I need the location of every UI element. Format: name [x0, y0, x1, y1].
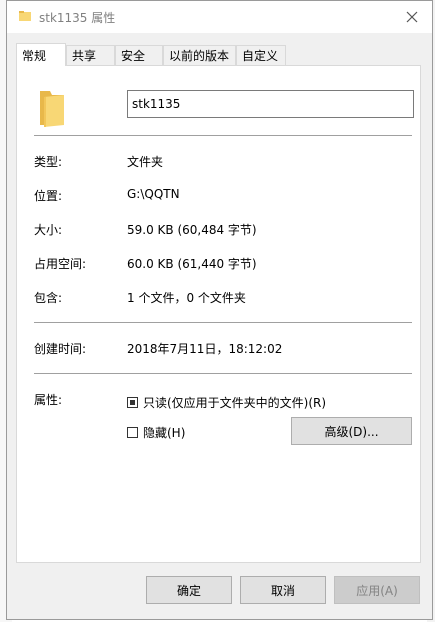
separator: [34, 322, 412, 323]
tab-general[interactable]: 常规: [16, 43, 66, 66]
size-value: 59.0 KB (60,484 字节): [127, 223, 257, 237]
cancel-button[interactable]: 取消: [240, 576, 326, 604]
advanced-button[interactable]: 高级(D)...: [291, 417, 412, 445]
tab-customize[interactable]: 自定义: [236, 45, 286, 65]
folder-name-input[interactable]: [127, 90, 414, 118]
close-button[interactable]: [400, 5, 424, 29]
type-value: 文件夹: [127, 155, 164, 169]
apply-button[interactable]: 应用(A): [334, 576, 420, 604]
readonly-checkbox[interactable]: [127, 397, 138, 408]
size-on-disk-value: 60.0 KB (61,440 字节): [127, 257, 257, 271]
hidden-checkbox[interactable]: [127, 427, 138, 438]
properties-dialog: stk1135 属性 常规 共享 安全 以前的版本 自定义 stk1135 类型…: [6, 0, 433, 620]
title-bar: stk1135 属性: [7, 1, 432, 33]
readonly-label: 只读(仅应用于文件夹中的文件)(R): [143, 396, 327, 410]
separator: [34, 135, 412, 136]
separator: [34, 373, 412, 374]
window-title: stk1135 属性: [39, 11, 116, 25]
created-value: 2018年7月11日，18:12:02: [127, 342, 283, 356]
general-panel: 类型: 文件夹 位置: G:\QQTN 大小: 59.0 KB (60,484 …: [16, 65, 421, 563]
location-value: G:\QQTN: [127, 187, 180, 201]
tab-previous-versions[interactable]: 以前的版本: [163, 45, 236, 65]
hidden-checkbox-row[interactable]: 隐藏(H): [127, 424, 185, 441]
close-icon: [406, 11, 418, 23]
size-on-disk-label: 占用空间:: [34, 257, 87, 271]
hidden-label: 隐藏(H): [143, 426, 186, 440]
ok-button[interactable]: 确定: [146, 576, 232, 604]
contains-value: 1 个文件，0 个文件夹: [127, 291, 246, 305]
contains-label: 包含:: [34, 291, 63, 305]
readonly-checkbox-row[interactable]: 只读(仅应用于文件夹中的文件)(R): [127, 394, 326, 411]
tab-security[interactable]: 安全: [115, 45, 163, 65]
attributes-label: 属性:: [34, 393, 63, 407]
type-label: 类型:: [34, 155, 63, 169]
location-label: 位置:: [34, 189, 63, 203]
created-label: 创建时间:: [34, 342, 87, 356]
folder-icon: [19, 11, 31, 21]
tab-sharing[interactable]: 共享: [66, 45, 115, 65]
folder-icon: [40, 91, 64, 127]
size-label: 大小:: [34, 223, 63, 237]
